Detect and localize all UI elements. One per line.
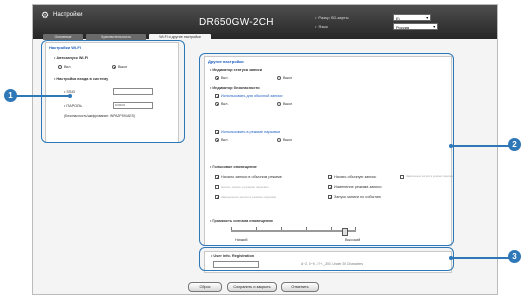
save-close-button[interactable]: Сохранить и закрыть <box>227 282 277 292</box>
callout-frame-2 <box>199 53 454 246</box>
chevron-down-icon: ▼ <box>425 16 429 20</box>
callout-dot-3 <box>449 256 453 260</box>
window-title: Настройки <box>53 12 83 18</box>
callout-line-3 <box>450 257 515 259</box>
cancel-button[interactable]: Отменить <box>281 282 319 292</box>
callout-dot-2 <box>449 144 453 148</box>
chevron-down-icon: ▼ <box>432 25 436 29</box>
callout-dot-1 <box>68 94 72 98</box>
callout-line-1 <box>16 95 70 97</box>
callout-badge-1: 1 <box>4 89 17 102</box>
lang-label: • Язык <box>315 24 328 29</box>
sd-select[interactable]: E\ ▼ <box>393 14 431 21</box>
callout-frame-3 <box>199 247 454 271</box>
sd-label: • Разър SD-карты <box>315 15 349 20</box>
model-name: DR650GW-2CH <box>199 17 274 28</box>
callout-badge-2: 2 <box>508 138 521 151</box>
callout-frame-1 <box>41 40 185 143</box>
gear-icon: ⚙ <box>41 10 50 20</box>
reset-button[interactable]: Сброс <box>188 282 222 292</box>
callout-line-2 <box>450 145 515 147</box>
callout-badge-3: 3 <box>508 250 521 263</box>
lang-select[interactable]: Россия ▼ <box>393 23 438 30</box>
